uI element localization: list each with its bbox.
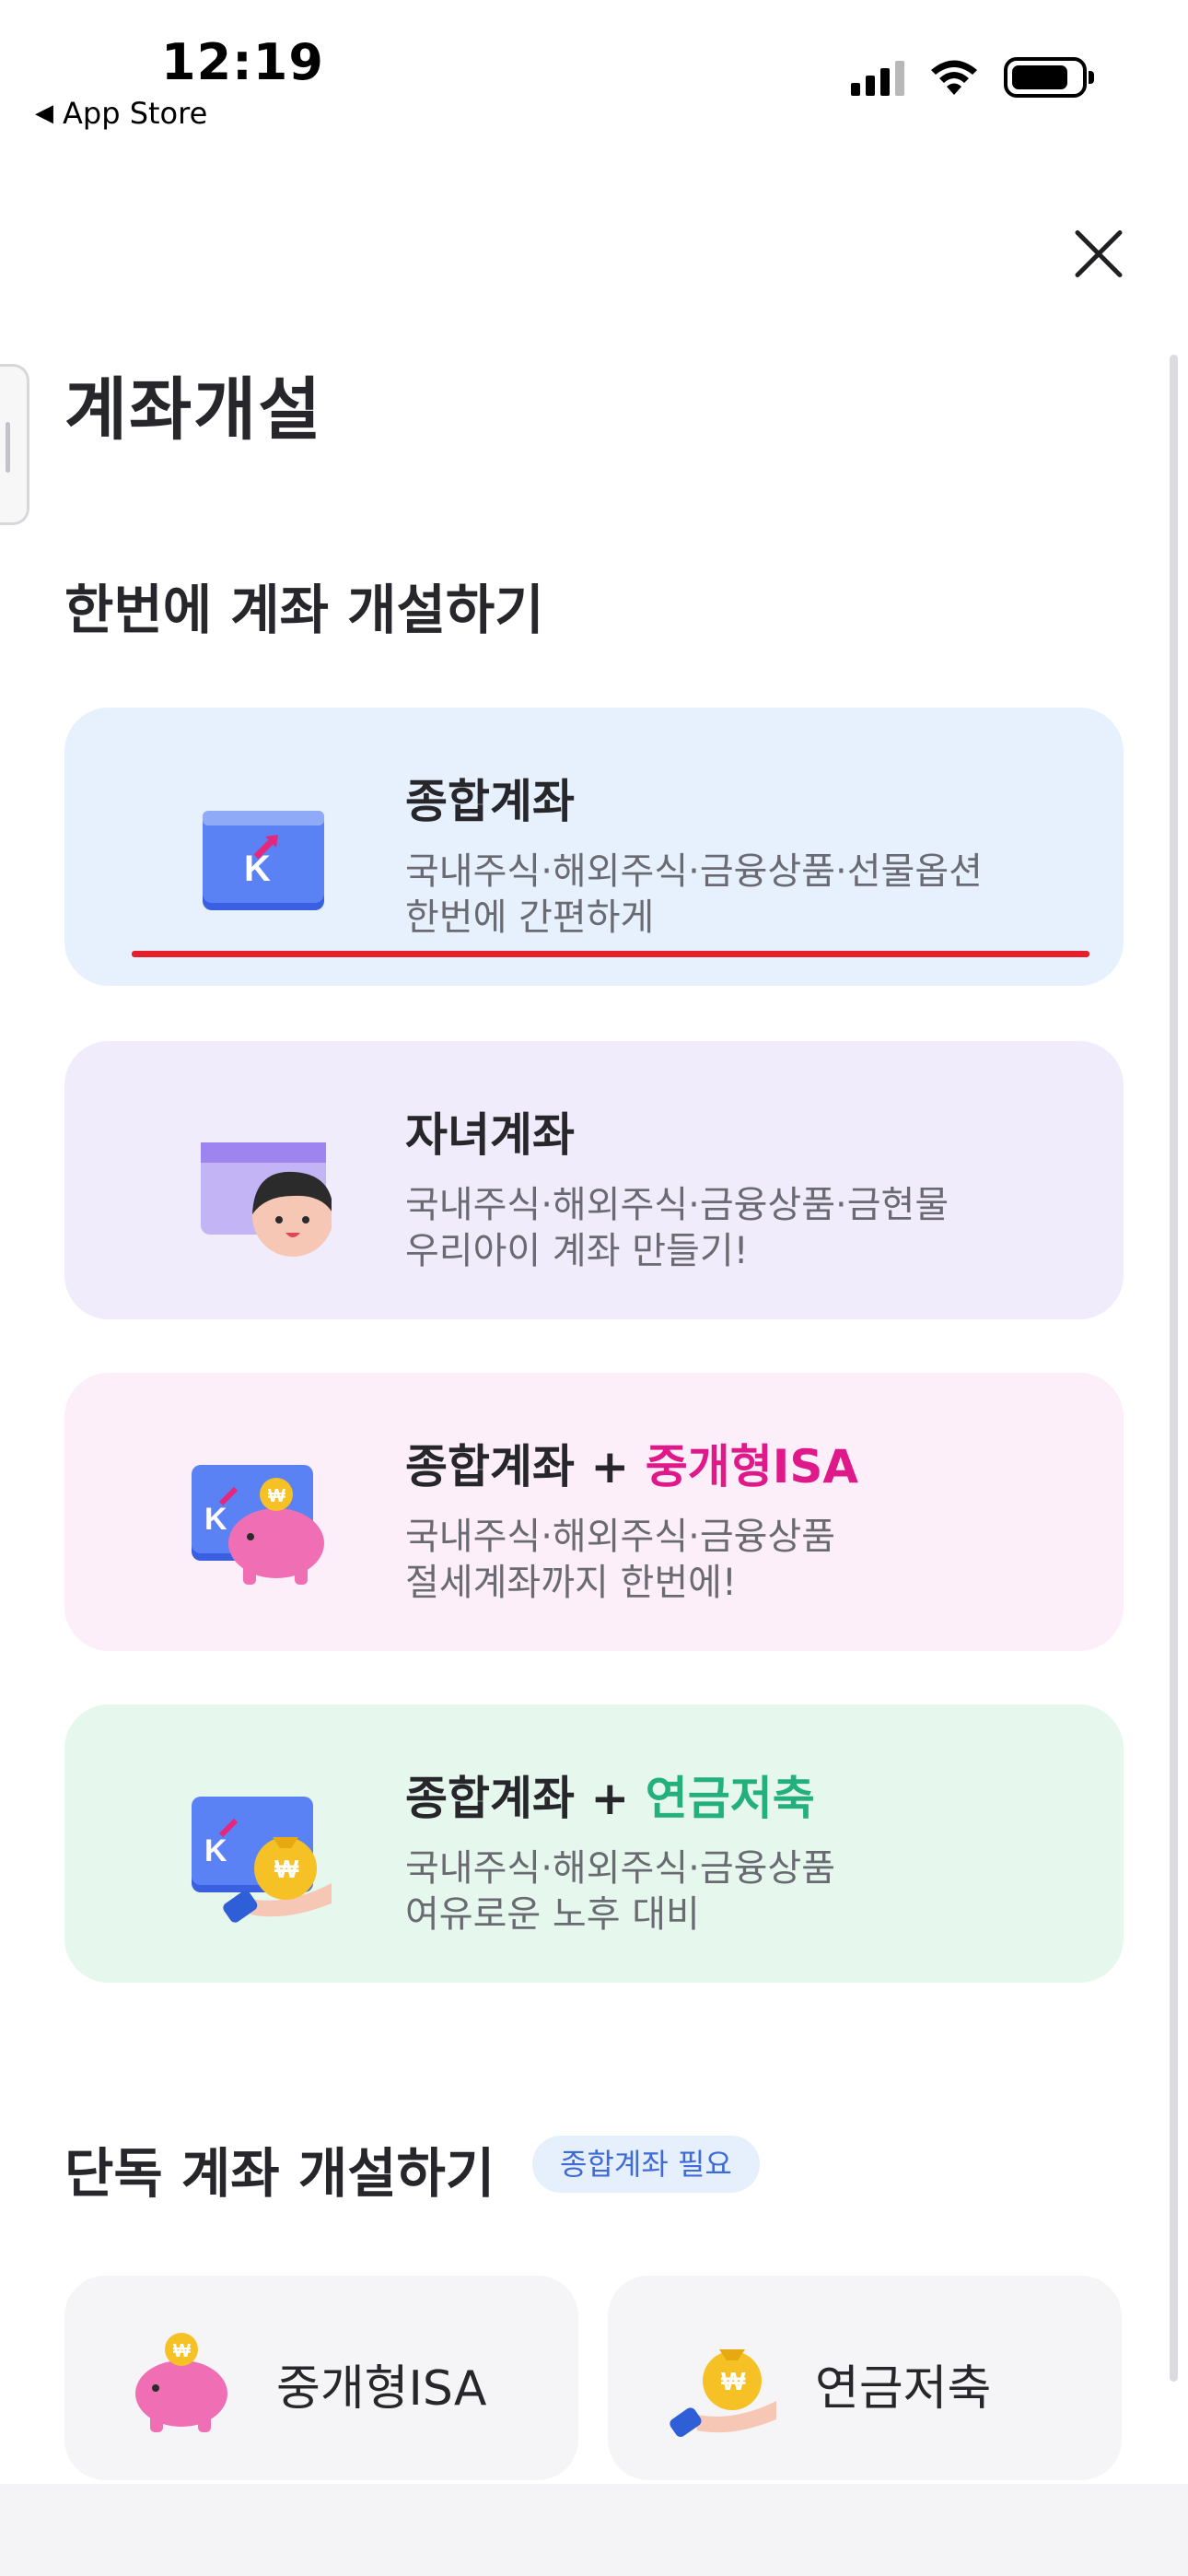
card-title-accent: 연금저축 <box>645 1772 815 1825</box>
k-card-icon: K <box>203 811 324 910</box>
single-section-title: 단독 계좌 개설하기 <box>64 2142 495 2205</box>
card-desc-2: 여유로운 노후 대비 <box>405 1893 700 1936</box>
back-to-app-store[interactable]: ◀ App Store <box>35 96 207 131</box>
card-title-prefix: 종합계좌 + <box>405 1772 646 1825</box>
single-card-label: 중개형ISA <box>276 2361 487 2417</box>
close-button[interactable] <box>1066 221 1131 286</box>
money-bag-hand-icon: ₩ <box>670 2349 776 2438</box>
card-title-accent: 중개형ISA <box>645 1440 859 1493</box>
card-general-plus-isa[interactable]: K ₩ 종합계좌 + 중개형ISA 국내주식·해외주식·금융상품 절세계좌까지 … <box>64 1373 1124 1651</box>
piggy-bank-icon: ₩ <box>135 2333 227 2432</box>
card-title: 종합계좌 + 연금저축 <box>405 1762 815 1828</box>
back-triangle-icon: ◀ <box>35 100 53 127</box>
status-bar: 12:19 ◀ App Store <box>0 0 1188 147</box>
scrollbar[interactable] <box>1170 355 1178 2382</box>
wifi-icon <box>931 60 977 95</box>
single-isa-button[interactable]: ₩ 중개형ISA <box>64 2276 578 2480</box>
svg-text:₩: ₩ <box>721 2367 746 2395</box>
page-title: 계좌개설 <box>64 370 323 450</box>
single-card-label: 연금저축 <box>815 2361 992 2417</box>
bundle-section-title: 한번에 계좌 개설하기 <box>64 579 544 641</box>
child-card-icon <box>201 1142 332 1257</box>
card-title: 종합계좌 + 중개형ISA <box>405 1430 858 1496</box>
svg-text:₩: ₩ <box>274 1855 299 1883</box>
back-app-label: App Store <box>63 96 208 131</box>
svg-text:₩: ₩ <box>173 2341 191 2361</box>
status-time: 12:19 <box>161 33 324 91</box>
card-general-plus-pension[interactable]: K ₩ 종합계좌 + 연금저축 국내주식·해외주식·금융상품 여유로운 노후 대… <box>64 1704 1124 1983</box>
card-desc-2: 한번에 간편하게 <box>405 896 655 939</box>
k-card-piggy-icon: K ₩ <box>192 1465 324 1585</box>
card-title: 종합계좌 <box>405 775 575 828</box>
bottom-safe-area <box>0 2484 1188 2576</box>
card-title: 자녀계좌 <box>405 1108 575 1162</box>
requirement-badge: 종합계좌 필요 <box>532 2136 760 2193</box>
svg-text:K: K <box>204 1502 227 1537</box>
single-pension-button[interactable]: ₩ 연금저축 <box>608 2276 1122 2480</box>
highlight-underline <box>132 951 1089 957</box>
card-desc-2: 절세계좌까지 한번에! <box>405 1562 737 1604</box>
battery-icon <box>1004 57 1094 98</box>
card-child-account[interactable]: 자녀계좌 국내주식·해외주식·금융상품·금현물 우리아이 계좌 만들기! <box>64 1041 1124 1319</box>
card-title-prefix: 종합계좌 + <box>405 1440 646 1493</box>
card-general-account[interactable]: K 종합계좌 국내주식·해외주식·금융상품·선물옵션 한번에 간편하게 <box>64 708 1124 986</box>
k-card-moneybag-icon: K ₩ <box>192 1797 332 1923</box>
cellular-signal-icon <box>851 59 904 96</box>
svg-text:K: K <box>204 1833 227 1868</box>
svg-text:₩: ₩ <box>268 1486 285 1506</box>
status-icons <box>851 57 1094 98</box>
side-drawer-handle[interactable] <box>0 364 29 525</box>
card-desc-2: 우리아이 계좌 만들기! <box>405 1230 749 1272</box>
